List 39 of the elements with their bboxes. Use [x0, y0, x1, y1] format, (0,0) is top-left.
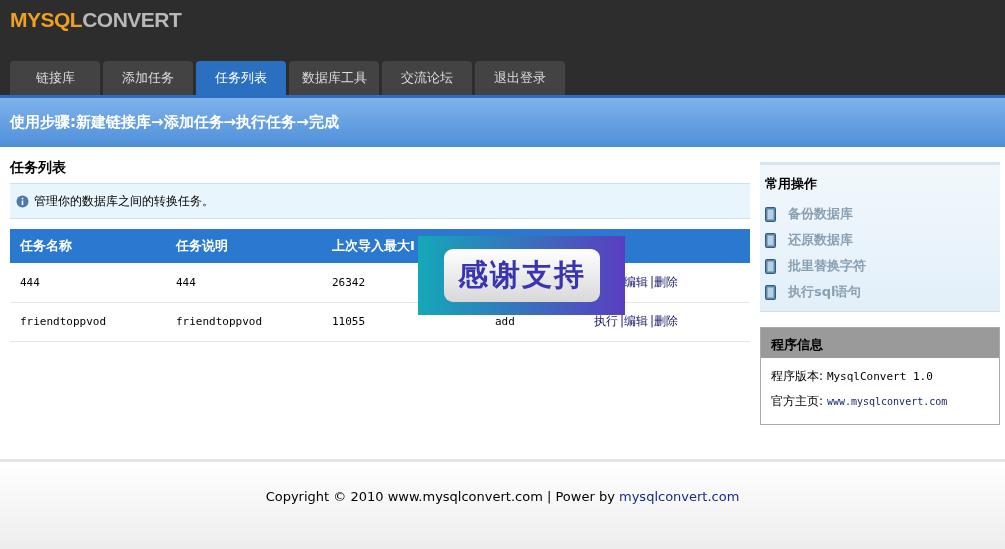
column-header: 任务名称 — [20, 238, 72, 253]
steps-banner-text: 使用步骤:新建链接库→添加任务→执行任务→完成 — [10, 113, 339, 132]
table-cell: friendtoppvod — [20, 315, 107, 328]
info-label: 程序版本: — [771, 369, 824, 383]
thanks-badge: 感谢支持 — [418, 236, 625, 315]
action-link[interactable]: 执行 — [593, 314, 618, 328]
column-header: 任务说明 — [176, 238, 228, 253]
nav-tab[interactable]: 任务列表 — [196, 61, 286, 95]
column-header: 上次导入最大I — [332, 238, 415, 253]
action-link[interactable]: |编辑 — [619, 314, 648, 328]
book-icon — [765, 232, 776, 248]
action-link[interactable]: 编辑 — [623, 274, 648, 289]
table-cell: friendtoppvod — [176, 315, 263, 328]
logo: MYSQLCONVERT — [9, 7, 183, 33]
nav-tab[interactable]: 链接库 — [10, 61, 100, 95]
footer-link[interactable]: mysqlconvert.com — [619, 489, 740, 504]
table-cell: 444 — [20, 275, 40, 289]
info-icon — [16, 194, 29, 208]
book-icon — [765, 206, 776, 222]
panel-title: 程序信息 — [771, 337, 823, 352]
book-icon — [765, 258, 776, 274]
copyright-text: Copyright © 2010 www.mysqlconvert.com | Power by — [265, 489, 615, 504]
notice-text: 管理你的数据库之间的转换任务。 — [34, 192, 214, 210]
table-cell: 444 — [176, 275, 196, 289]
table-cell: 26342 — [332, 275, 366, 289]
section-title: 任务列表 — [10, 159, 66, 175]
table-cell: add — [495, 315, 515, 328]
nav-tab[interactable]: 数据库工具 — [289, 61, 379, 95]
info-label: 官方主页: — [771, 394, 824, 408]
info-value: MysqlConvert 1.0 — [826, 370, 933, 383]
action-link[interactable]: |删除 — [649, 274, 678, 289]
nav-tab[interactable]: 交流论坛 — [382, 61, 472, 95]
panel-title: 常用操作 — [765, 176, 817, 191]
table-cell: 11055 — [332, 315, 366, 328]
nav-tab[interactable]: 添加任务 — [103, 61, 193, 95]
nav-tab[interactable]: 退出登录 — [475, 61, 565, 95]
info-value[interactable]: www.mysqlconvert.com — [826, 396, 948, 407]
action-link[interactable]: |删除 — [649, 314, 678, 328]
book-icon — [765, 284, 776, 300]
